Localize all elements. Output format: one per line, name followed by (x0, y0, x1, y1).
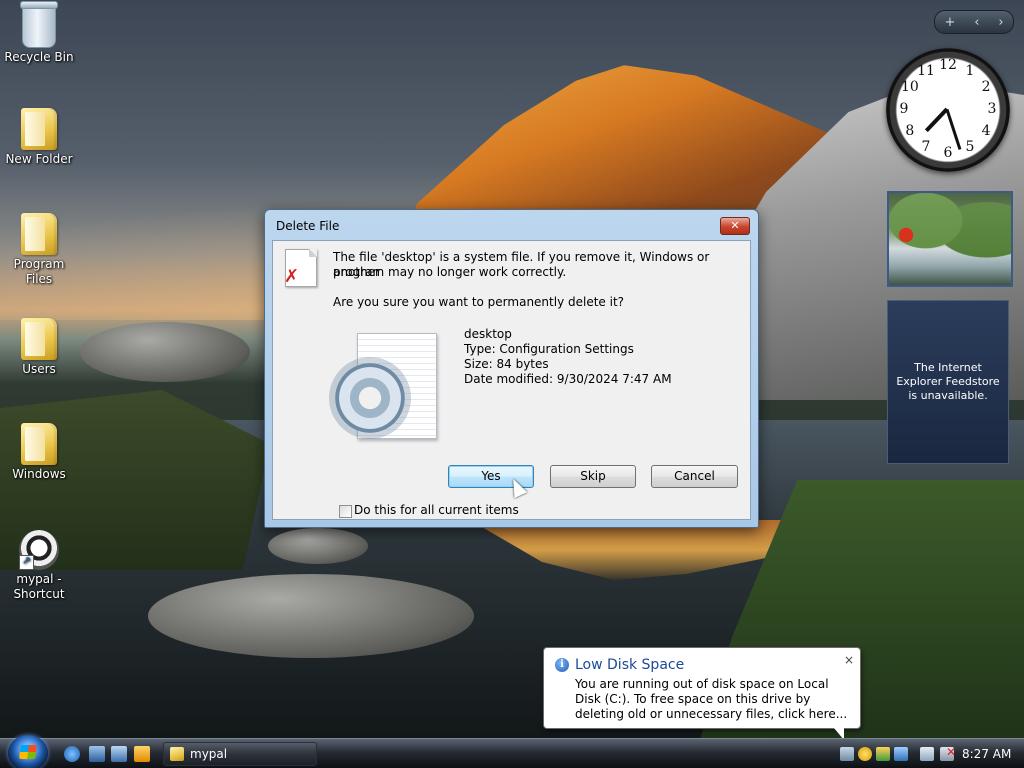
folder-icon (21, 213, 57, 255)
add-gadget-button[interactable]: + (944, 15, 955, 30)
folder-icon (21, 318, 57, 360)
shield-icon[interactable] (876, 747, 890, 761)
media-player-icon[interactable] (134, 746, 150, 762)
slideshow-photo (893, 223, 919, 247)
apply-to-all-checkbox[interactable] (339, 505, 352, 518)
slideshow-gadget[interactable] (887, 191, 1013, 287)
notification-title: Low Disk Space (575, 657, 685, 673)
disk-drive-tray-icon[interactable] (840, 747, 854, 761)
file-date-modified: Date modified: 9/30/2024 7:47 AM (464, 372, 672, 386)
next-gadget-button[interactable]: › (998, 15, 1003, 30)
shortcut-arrow-icon: ↗ (19, 555, 34, 570)
clock-minute-hand (945, 108, 962, 150)
close-button[interactable]: ✕ (720, 217, 750, 235)
folder-icon (21, 423, 57, 465)
cancel-button[interactable]: Cancel (651, 465, 738, 488)
clock-numeral: 9 (899, 101, 909, 117)
feed-headlines-gadget[interactable]: The Internet Explorer Feedstore is unava… (887, 300, 1009, 464)
desktop-icon-recycle-bin[interactable]: Recycle Bin (0, 1, 78, 65)
warning-message-line2: program may no longer work correctly. (333, 265, 567, 279)
recycle-bin-icon (20, 1, 58, 48)
clock-numeral: 11 (917, 62, 935, 79)
windows-logo-icon (19, 745, 37, 759)
gear-icon (335, 363, 405, 433)
clock-numeral: 4 (981, 123, 991, 139)
file-name: desktop (464, 327, 512, 341)
notification-close-button[interactable]: × (844, 653, 854, 667)
apply-to-all-label[interactable]: Do this for all current items (354, 503, 519, 517)
desktop-icon-label: New Folder (5, 152, 73, 166)
wallpaper-rock (80, 322, 250, 382)
system-file-warning-icon: ✗ (284, 249, 317, 287)
configuration-file-icon (335, 329, 441, 441)
desktop-icon-label: Recycle Bin (4, 50, 74, 64)
clock-numeral: 7 (921, 139, 931, 156)
desktop-icon-label: Windows (12, 467, 66, 481)
clock-hour-hand (924, 107, 949, 133)
taskbar-item-label: mypal (190, 747, 228, 761)
clock-numeral: 12 (939, 57, 957, 73)
network-status-icon[interactable] (920, 747, 934, 761)
clock-numeral: 1 (965, 62, 975, 79)
taskbar-clock[interactable]: 8:27 AM (962, 747, 1011, 761)
close-icon: ✕ (730, 219, 740, 232)
folder-icon (21, 108, 57, 150)
confirmation-question: Are you sure you want to permanently del… (333, 295, 625, 309)
file-details: desktop Type: Configuration Settings Siz… (464, 327, 672, 387)
info-icon: i (555, 658, 569, 672)
folder-icon (170, 747, 184, 761)
desktop-icon-users[interactable]: Users (0, 318, 78, 377)
taskbar: mypal ✕ 8:27 AM (0, 735, 1024, 768)
clock-gadget[interactable]: 12 1 2 3 4 5 6 7 8 9 10 11 (886, 48, 1010, 172)
desktop-icon-new-folder[interactable]: New Folder (0, 108, 78, 167)
clock-numeral: 3 (987, 101, 997, 117)
sidebar-gadget-toolbar: + ‹ › (934, 10, 1014, 34)
skip-button[interactable]: Skip (550, 465, 636, 488)
clock-numeral: 8 (905, 123, 915, 139)
dialog-body: ✗ The file 'desktop' is a system file. I… (272, 240, 751, 520)
desktop-icon-label: Users (22, 362, 56, 376)
internet-explorer-icon[interactable] (64, 746, 80, 762)
clock-numeral: 2 (981, 79, 991, 95)
mypal-icon: ↗ (19, 530, 59, 570)
red-x-icon: ✗ (284, 266, 300, 287)
network-tray-icon[interactable] (894, 747, 908, 761)
clock-numeral: 6 (943, 145, 953, 161)
clock-numeral: 5 (965, 139, 975, 156)
previous-gadget-button[interactable]: ‹ (974, 15, 979, 30)
security-warning-tray-icon[interactable] (858, 747, 872, 761)
dialog-title: Delete File (276, 219, 340, 233)
start-button[interactable] (8, 735, 48, 768)
clock-numeral: 10 (900, 79, 919, 95)
wallpaper-rock (148, 574, 474, 658)
show-desktop-icon[interactable] (89, 746, 105, 762)
taskbar-item-mypal[interactable]: mypal (163, 742, 317, 766)
wallpaper-rock (268, 528, 368, 564)
file-type: Type: Configuration Settings (464, 342, 634, 356)
desktop-icon-label: mypal - Shortcut (13, 572, 65, 601)
desktop-icon-windows[interactable]: Windows (0, 423, 78, 482)
desktop-icon-program-files[interactable]: Program Files (0, 213, 78, 287)
feed-status-text: The Internet Explorer Feedstore is unava… (896, 361, 1000, 402)
volume-muted-icon[interactable]: ✕ (940, 745, 956, 761)
switch-windows-icon[interactable] (111, 746, 127, 762)
desktop-icon-label: Program Files (13, 257, 65, 286)
notification-text[interactable]: You are running out of disk space on Loc… (575, 677, 855, 722)
file-size: Size: 84 bytes (464, 357, 549, 371)
dialog-titlebar[interactable]: Delete File ✕ (265, 210, 758, 240)
low-disk-space-notification[interactable]: i Low Disk Space × You are running out o… (543, 647, 861, 740)
desktop-icon-mypal-shortcut[interactable]: ↗ mypal - Shortcut (0, 530, 78, 602)
